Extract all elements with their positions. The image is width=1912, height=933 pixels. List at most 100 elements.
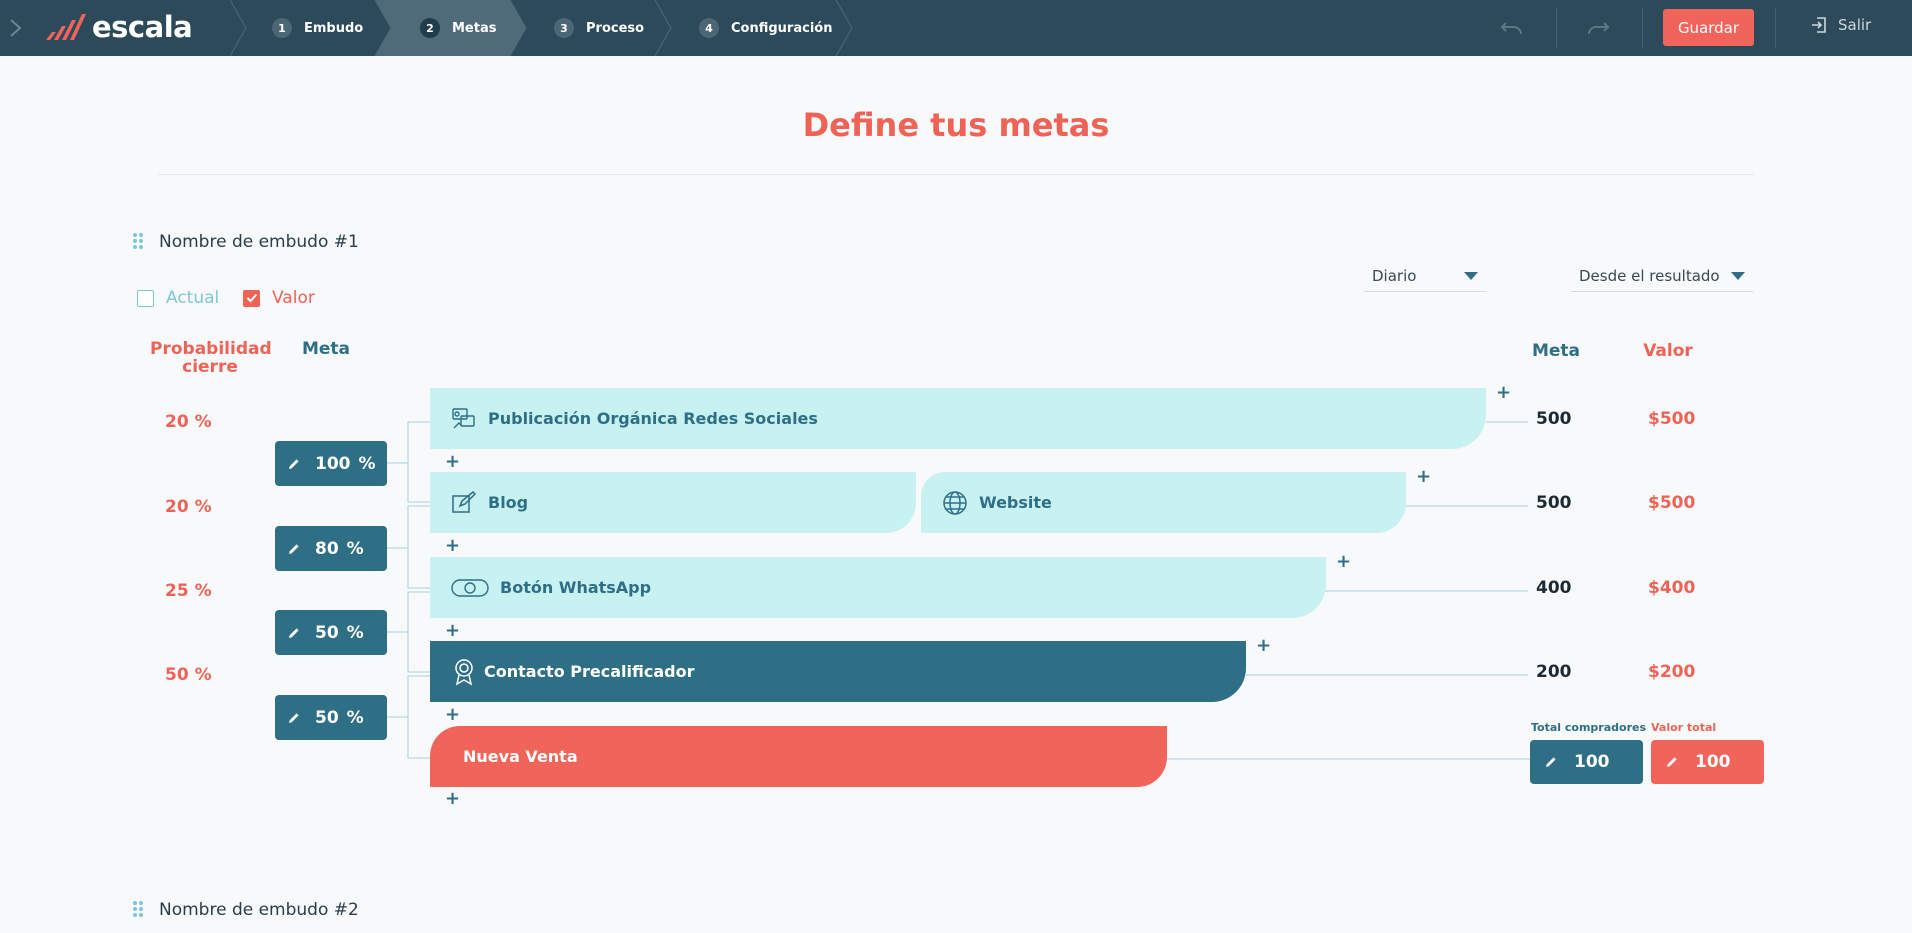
total-value-value: 100: [1695, 752, 1731, 772]
checkbox-label: Actual: [166, 288, 220, 308]
add-stage-button[interactable]: +: [1256, 637, 1271, 655]
caret-down-icon: [1731, 271, 1745, 280]
conversion-value: 100: [315, 453, 351, 474]
top-navigation-bar: escala 1 Embudo 2 Metas 3 Proceso 4 Conf…: [0, 0, 1912, 56]
toolbar-divider: [1642, 8, 1643, 48]
globe-icon: [941, 489, 969, 517]
step-label: Proceso: [586, 20, 645, 36]
conversion-rate-button[interactable]: 50 %: [275, 610, 387, 655]
probability-value: 50 %: [165, 665, 212, 685]
add-stage-button[interactable]: +: [1416, 468, 1431, 486]
total-buyers-button[interactable]: 100: [1530, 740, 1643, 784]
toolbar-divider: [1556, 8, 1557, 48]
stage-blog[interactable]: Blog: [430, 472, 916, 533]
save-button[interactable]: Guardar: [1663, 9, 1754, 46]
pencil-icon: [289, 627, 299, 638]
conversion-unit: %: [346, 622, 364, 643]
edit-note-icon: [450, 489, 478, 517]
conversion-value: 50: [315, 707, 339, 728]
stage-precalificador[interactable]: Contacto Precalificador: [430, 641, 1246, 702]
add-stage-button[interactable]: +: [1336, 553, 1351, 571]
step-proceso[interactable]: 3 Proceso: [554, 0, 644, 56]
step-number: 4: [699, 18, 719, 38]
undo-icon: [1500, 22, 1522, 35]
header-meta-right: Meta: [1531, 341, 1581, 361]
step-metas[interactable]: 2 Metas: [420, 0, 496, 56]
step-number: 1: [272, 18, 292, 38]
total-value-button[interactable]: 100: [1651, 740, 1764, 784]
pencil-icon: [1667, 757, 1677, 767]
step-number: 3: [554, 18, 574, 38]
header-probabilidad: Probabilidad cierre: [150, 339, 272, 377]
escala-logo[interactable]: escala: [44, 10, 193, 44]
add-stage-button[interactable]: +: [445, 537, 460, 555]
pencil-icon: [1546, 757, 1556, 767]
header-meta-left: Meta: [301, 339, 351, 359]
add-stage-button[interactable]: +: [445, 790, 460, 808]
conversion-rate-button[interactable]: 80 %: [275, 526, 387, 571]
stage-website[interactable]: Website: [921, 472, 1406, 533]
probability-value: 25 %: [165, 581, 212, 601]
checkbox-box[interactable]: [243, 289, 260, 307]
mode-select[interactable]: Desde el resultado: [1571, 260, 1753, 292]
add-stage-button[interactable]: +: [445, 706, 460, 724]
title-divider: [158, 174, 1754, 175]
total-value-label: Valor total: [1651, 721, 1717, 734]
period-select[interactable]: Diario: [1364, 260, 1486, 292]
caret-down-icon: [1464, 271, 1478, 280]
checkbox-label: Valor: [272, 288, 315, 308]
toolbar-divider: [1775, 8, 1776, 48]
redo-button[interactable]: [1584, 14, 1612, 42]
meta-value: 200: [1536, 662, 1572, 682]
stage-label: Website: [979, 493, 1052, 512]
step-configuracion[interactable]: 4 Configuración: [699, 0, 832, 56]
pencil-icon: [289, 543, 299, 554]
whatsapp-icon: [450, 574, 490, 602]
redo-icon: [1588, 22, 1610, 35]
exit-button[interactable]: Salir: [1810, 16, 1871, 34]
total-buyers-label: Total compradores: [1531, 721, 1647, 734]
social-media-icon: [450, 405, 478, 433]
logo-text: escala: [92, 10, 193, 44]
conversion-unit: %: [346, 707, 364, 728]
add-stage-button[interactable]: +: [445, 453, 460, 471]
step-label: Configuración: [731, 20, 833, 36]
funnel-name[interactable]: Nombre de embudo #2: [159, 900, 359, 920]
stage-social-organic[interactable]: Publicación Orgánica Redes Sociales: [430, 388, 1486, 449]
valor-value: $500: [1648, 409, 1696, 429]
chevron-right-icon[interactable]: [6, 17, 26, 39]
pencil-icon: [289, 458, 299, 469]
conversion-value: 80: [315, 538, 339, 559]
add-stage-button[interactable]: +: [1496, 384, 1511, 402]
valor-value: $400: [1648, 578, 1696, 598]
drag-handle-icon[interactable]: [132, 232, 144, 250]
meta-value: 500: [1536, 409, 1572, 429]
conversion-rate-button[interactable]: 50 %: [275, 695, 387, 740]
stage-label: Publicación Orgánica Redes Sociales: [488, 409, 818, 428]
pencil-icon: [289, 712, 299, 723]
meta-value: 400: [1536, 578, 1572, 598]
page-title: Define tus metas: [802, 106, 1110, 144]
exit-icon: [1812, 17, 1826, 33]
probability-value: 20 %: [165, 412, 212, 432]
add-stage-button[interactable]: +: [445, 622, 460, 640]
funnel-name[interactable]: Nombre de embudo #1: [159, 232, 359, 252]
checkbox-valor[interactable]: Valor: [243, 288, 315, 308]
meta-value: 500: [1536, 493, 1572, 513]
stage-whatsapp[interactable]: Botón WhatsApp: [430, 557, 1326, 618]
stage-label: Blog: [488, 493, 529, 512]
checkbox-actual[interactable]: Actual: [137, 288, 219, 308]
conversion-rate-button[interactable]: 100 %: [275, 441, 387, 486]
step-embudo[interactable]: 1 Embudo: [272, 0, 363, 56]
stage-nueva-venta[interactable]: Nueva Venta: [430, 726, 1167, 787]
undo-button[interactable]: [1498, 14, 1526, 42]
check-icon: [246, 293, 257, 303]
stage-label: Botón WhatsApp: [500, 578, 652, 597]
header-valor: Valor: [1643, 341, 1693, 361]
award-badge-icon: [450, 658, 478, 686]
drag-handle-icon[interactable]: [132, 900, 144, 918]
checkbox-box[interactable]: [137, 289, 154, 307]
step-label: Metas: [452, 20, 497, 36]
step-label: Embudo: [304, 20, 364, 36]
valor-value: $500: [1648, 493, 1696, 513]
